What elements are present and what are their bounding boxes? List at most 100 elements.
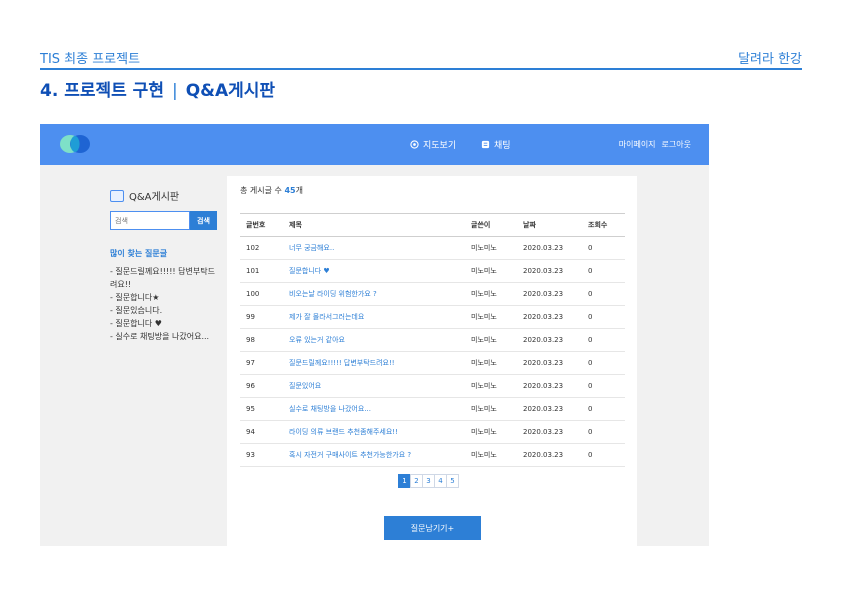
post-author: 미노미노 — [465, 305, 517, 329]
post-date: 2020.03.23 — [517, 443, 582, 467]
faq-list: - 질문드릴께요!!!!! 답변부탁드려요!! - 질문합니다★ - 질문있습니… — [110, 265, 220, 343]
post-author: 미노미노 — [465, 259, 517, 283]
post-date: 2020.03.23 — [517, 351, 582, 375]
search-button[interactable]: 검색 — [190, 211, 217, 230]
column-header: 글번호 — [240, 213, 283, 237]
search-bar: 검색 — [110, 211, 217, 230]
post-date: 2020.03.23 — [517, 397, 582, 421]
slide-project-label: TIS 최종 프로젝트 — [40, 52, 141, 67]
post-count-prefix: 총 게시글 수 — [240, 186, 285, 195]
page-button[interactable]: 5 — [446, 474, 459, 488]
slide-title-separator: | — [171, 81, 178, 101]
faq-item[interactable]: - 질문있습니다. — [110, 304, 220, 317]
post-date: 2020.03.23 — [517, 420, 582, 444]
table-row[interactable]: 98 오류 있는거 같아요 미노미노 2020.03.23 0 — [240, 328, 625, 352]
post-title-link[interactable]: 혹시 자전거 구매사이트 추천가능한가요 ? — [283, 443, 465, 467]
column-header: 글쓴이 — [465, 213, 517, 237]
ask-question-button[interactable]: 질문남기기+ — [384, 516, 481, 540]
mypage-link[interactable]: 마이페이지 — [619, 139, 656, 150]
post-title-link[interactable]: 라이딩 의류 브랜드 추천좀해주세요!! — [283, 420, 465, 444]
sidebar-title: Q&A게시판 — [110, 188, 220, 203]
slide-team-label: 달려라 한강 — [738, 52, 802, 67]
faq-item[interactable]: - 질문합니다★ — [110, 291, 220, 304]
post-views: 0 — [582, 282, 625, 306]
post-number: 99 — [240, 305, 283, 329]
post-number: 94 — [240, 420, 283, 444]
post-count-suffix: 개 — [295, 186, 303, 195]
post-views: 0 — [582, 328, 625, 352]
post-number: 93 — [240, 443, 283, 467]
post-views: 0 — [582, 420, 625, 444]
post-views: 0 — [582, 351, 625, 375]
chat-icon — [481, 140, 490, 149]
post-author: 미노미노 — [465, 443, 517, 467]
slide-header: TIS 최종 프로젝트 달려라 한강 — [40, 48, 802, 68]
pagination: 1 2 3 4 5 — [398, 474, 459, 488]
post-title-link[interactable]: 실수로 채팅방을 나갔어요... — [283, 397, 465, 421]
nav-map-link[interactable]: 지도보기 — [410, 138, 456, 151]
post-title-link[interactable]: 제가 잘 몰라서그러는데요 — [283, 305, 465, 329]
post-author: 미노미노 — [465, 351, 517, 375]
logout-link[interactable]: 로그아웃 — [662, 139, 691, 150]
table-row[interactable]: 97 질문드릴께요!!!!! 답변부탁드려요!! 미노미노 2020.03.23 0 — [240, 351, 625, 375]
table-row[interactable]: 100 비오는날 라이딩 위험한가요 ? 미노미노 2020.03.23 0 — [240, 282, 625, 306]
faq-item[interactable]: - 실수로 채팅방을 나갔어요... — [110, 330, 220, 343]
search-input[interactable] — [110, 211, 190, 230]
board-panel: 총 게시글 수 45개 글번호 제목 글쓴이 날짜 조회수 102 너무 궁금해요… — [227, 176, 637, 546]
table-row[interactable]: 101 질문합니다 ♥ 미노미노 2020.03.23 0 — [240, 259, 625, 283]
top-navbar: 지도보기 채팅 마이페이지 로그아웃 — [40, 124, 709, 165]
post-title-link[interactable]: 비오는날 라이딩 위험한가요 ? — [283, 282, 465, 306]
post-views: 0 — [582, 374, 625, 398]
column-header: 조회수 — [582, 213, 625, 237]
slide-title-main: 4. 프로젝트 구현 — [40, 81, 164, 101]
column-header: 제목 — [283, 213, 465, 237]
nav-chat-link[interactable]: 채팅 — [481, 138, 511, 151]
post-count-value: 45 — [284, 186, 296, 195]
post-author: 미노미노 — [465, 374, 517, 398]
qa-board-screenshot: 지도보기 채팅 마이페이지 로그아웃 Q&A게시판 검색 많이 찾는 질문글 -… — [40, 124, 709, 546]
post-date: 2020.03.23 — [517, 282, 582, 306]
post-author: 미노미노 — [465, 236, 517, 260]
post-date: 2020.03.23 — [517, 259, 582, 283]
post-views: 0 — [582, 305, 625, 329]
post-views: 0 — [582, 397, 625, 421]
sidebar: Q&A게시판 검색 많이 찾는 질문글 - 질문드릴께요!!!!! 답변부탁드려… — [110, 188, 220, 343]
table-row[interactable]: 99 제가 잘 몰라서그러는데요 미노미노 2020.03.23 0 — [240, 305, 625, 329]
post-date: 2020.03.23 — [517, 328, 582, 352]
post-title-link[interactable]: 질문있어요 — [283, 374, 465, 398]
table-row[interactable]: 95 실수로 채팅방을 나갔어요... 미노미노 2020.03.23 0 — [240, 397, 625, 421]
post-date: 2020.03.23 — [517, 374, 582, 398]
faq-item[interactable]: - 질문드릴께요!!!!! 답변부탁드려요!! — [110, 265, 220, 291]
post-title-link[interactable]: 오류 있는거 같아요 — [283, 328, 465, 352]
table-row[interactable]: 102 너무 궁금해요.. 미노미노 2020.03.23 0 — [240, 236, 625, 260]
post-author: 미노미노 — [465, 282, 517, 306]
post-author: 미노미노 — [465, 420, 517, 444]
nav-chat-label: 채팅 — [494, 141, 511, 151]
post-number: 101 — [240, 259, 283, 283]
post-number: 102 — [240, 236, 283, 260]
slide-divider — [40, 68, 802, 70]
post-title-link[interactable]: 질문드릴께요!!!!! 답변부탁드려요!! — [283, 351, 465, 375]
post-number: 98 — [240, 328, 283, 352]
board-icon — [110, 189, 124, 202]
post-views: 0 — [582, 259, 625, 283]
slide-title: 4. 프로젝트 구현 | Q&A게시판 — [40, 76, 275, 101]
table-row[interactable]: 94 라이딩 의류 브랜드 추천좀해주세요!! 미노미노 2020.03.23 0 — [240, 420, 625, 444]
post-count: 총 게시글 수 45개 — [240, 185, 303, 196]
post-title-link[interactable]: 너무 궁금해요.. — [283, 236, 465, 260]
post-number: 96 — [240, 374, 283, 398]
table-row[interactable]: 93 혹시 자전거 구매사이트 추천가능한가요 ? 미노미노 2020.03.23 0 — [240, 443, 625, 467]
nav-map-label: 지도보기 — [423, 141, 457, 151]
post-date: 2020.03.23 — [517, 305, 582, 329]
post-views: 0 — [582, 443, 625, 467]
table-header-row: 글번호 제목 글쓴이 날짜 조회수 — [240, 213, 625, 237]
faq-item[interactable]: - 질문합니다 ♥ — [110, 317, 220, 330]
logo-icon[interactable] — [58, 133, 94, 155]
post-title-link[interactable]: 질문합니다 ♥ — [283, 259, 465, 283]
post-number: 97 — [240, 351, 283, 375]
map-icon — [410, 140, 419, 149]
post-number: 100 — [240, 282, 283, 306]
table-row[interactable]: 96 질문있어요 미노미노 2020.03.23 0 — [240, 374, 625, 398]
nav-account: 마이페이지 로그아웃 — [619, 139, 691, 150]
post-author: 미노미노 — [465, 397, 517, 421]
